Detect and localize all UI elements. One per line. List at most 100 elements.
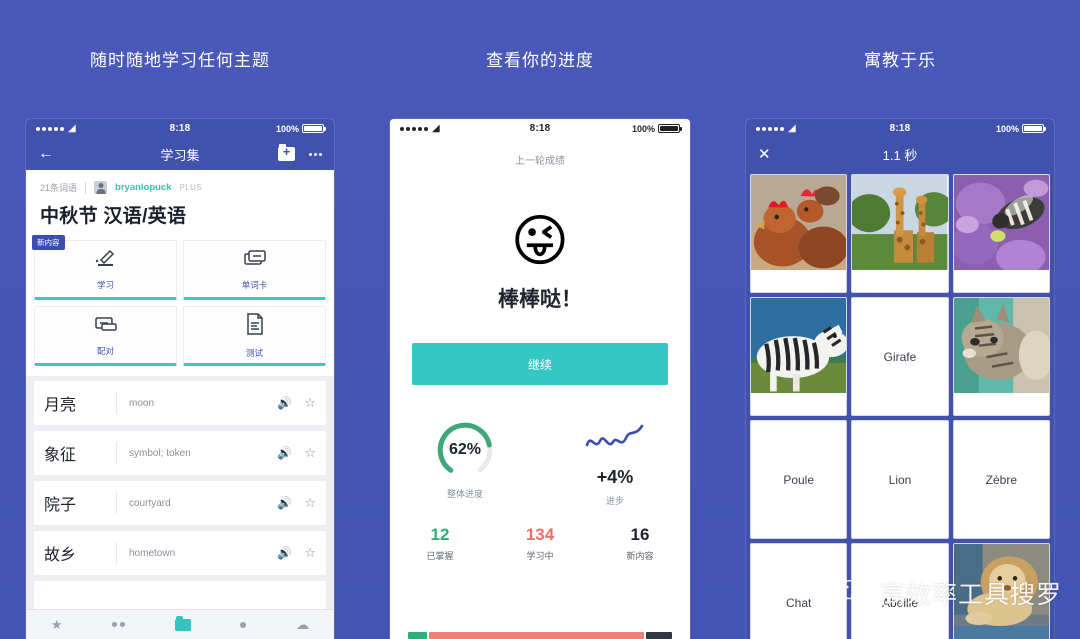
home-icon[interactable]: ★ xyxy=(51,618,63,631)
status-bar: ◢ 8:18 100% xyxy=(746,119,1054,138)
dot-icon[interactable] xyxy=(240,621,247,628)
progress-value: 62% xyxy=(448,441,482,458)
giraffes-photo xyxy=(852,175,948,271)
match-card-image[interactable] xyxy=(750,297,848,416)
term-definition: moon xyxy=(129,397,155,409)
star-outline-icon[interactable]: ☆ xyxy=(304,395,316,411)
caption-row: 随时随地学习任何主题 查看你的进度 寓教于乐 xyxy=(0,0,1080,112)
match-card-image[interactable] xyxy=(952,543,1050,639)
status-bar: ◢ 8:18 100% xyxy=(390,119,690,138)
congrats-message: 棒棒哒！ xyxy=(498,288,582,311)
term-actions: 🔊 ☆ xyxy=(277,445,316,461)
mode-label: 配对 xyxy=(96,345,114,356)
lion-photo xyxy=(953,544,1049,639)
match-card-image[interactable] xyxy=(750,174,848,293)
more-horizontal-icon[interactable] xyxy=(309,152,322,156)
continue-button[interactable]: 继续 xyxy=(412,343,668,385)
match-card-text[interactable]: Zèbre xyxy=(952,420,1050,539)
caption-3: 寓教于乐 xyxy=(864,51,936,70)
count-label: 学习中 xyxy=(526,551,554,561)
term-word: 院子 xyxy=(44,497,77,514)
stats-row: 62% 整体进度 +4% 进步 xyxy=(390,385,690,507)
match-card-image[interactable] xyxy=(851,174,949,293)
progress-ring: 62% xyxy=(434,419,496,481)
nav-bar: ✕ 1.1 秒 xyxy=(746,138,1054,170)
author-username[interactable]: bryanlopuck xyxy=(115,182,172,193)
results-header: 上一轮成绩 xyxy=(515,156,565,167)
match-card-text[interactable]: Lion xyxy=(851,420,949,539)
improvement-value: +4% xyxy=(596,467,634,487)
term-word: 象征 xyxy=(44,447,77,464)
document-lines-icon xyxy=(244,312,266,341)
folder-add-icon[interactable] xyxy=(278,144,295,161)
mode-card-learn[interactable]: 新内容 学习 xyxy=(32,235,177,300)
nav-bar: ← 学习集 xyxy=(26,138,334,170)
bar-segment-learning xyxy=(429,632,645,639)
count-new: 16 新内容 xyxy=(590,525,690,562)
study-modes: 新内容 学习 单词卡 配对 测试 xyxy=(26,235,334,376)
count-mastered: 12 已掌握 xyxy=(390,525,490,562)
term-count: 21条词语 xyxy=(40,183,78,193)
term-actions: 🔊 ☆ xyxy=(277,495,316,511)
meta-divider xyxy=(85,181,87,194)
chickens-photo xyxy=(751,175,847,271)
dots-icon[interactable] xyxy=(112,622,126,627)
status-time: 8:18 xyxy=(889,123,911,134)
match-card-text[interactable]: Chat xyxy=(750,543,848,639)
battery-icon xyxy=(1022,124,1046,133)
progress-label: 整体进度 xyxy=(446,489,483,499)
mode-card-flashcards[interactable]: 单词卡 xyxy=(183,240,326,300)
match-card-image[interactable] xyxy=(952,174,1050,293)
table-row[interactable]: 故乡 hometown 🔊 ☆ xyxy=(34,531,326,575)
star-outline-icon[interactable]: ☆ xyxy=(304,545,316,561)
pencil-underline-icon xyxy=(93,248,119,273)
squiggle-line-icon xyxy=(585,424,644,447)
speaker-icon[interactable]: 🔊 xyxy=(277,546,292,560)
table-row[interactable]: 象征 symbol; token 🔊 ☆ xyxy=(34,431,326,475)
set-meta: 21条词语 bryanlopuck PLUS xyxy=(40,181,320,194)
term-actions: 🔊 ☆ xyxy=(277,545,316,561)
count-label: 已掌握 xyxy=(426,551,454,561)
star-outline-icon[interactable]: ☆ xyxy=(304,495,316,511)
mode-card-test[interactable]: 测试 xyxy=(183,306,326,366)
speaker-icon[interactable]: 🔊 xyxy=(277,446,292,460)
battery-icon xyxy=(302,124,326,133)
wildcat-photo xyxy=(953,298,1049,394)
table-row[interactable]: 院子 courtyard 🔊 ☆ xyxy=(34,481,326,525)
avatar xyxy=(94,181,108,194)
bee-on-flower-photo xyxy=(953,175,1049,271)
speaker-icon[interactable]: 🔊 xyxy=(277,496,292,510)
count-number: 134 xyxy=(525,525,555,544)
term-list: 月亮 moon 🔊 ☆ 象征 symbol; token 🔊 ☆ 院子 cour… xyxy=(26,376,334,625)
match-card-image[interactable] xyxy=(952,297,1050,416)
star-outline-icon[interactable]: ☆ xyxy=(304,445,316,461)
match-card-label: Abeille xyxy=(881,595,918,610)
match-card-label: Poule xyxy=(783,472,815,487)
match-card-label: Girafe xyxy=(883,349,917,364)
new-badge: 新内容 xyxy=(32,235,65,250)
phone-slot-2: ◢ 8:18 100% 上一轮成绩 😜 棒棒哒！ 继续 62% 整体进度 +4%… xyxy=(360,112,720,639)
phone-screen-match-game: ◢ 8:18 100% ✕ 1.1 秒 Girafe Poule Lion Zè… xyxy=(746,119,1054,639)
match-grid: Girafe Poule Lion Zèbre Chat Abeille xyxy=(750,174,1050,639)
improvement-label: 进步 xyxy=(605,496,624,506)
speaker-icon[interactable]: 🔊 xyxy=(277,396,292,410)
arrow-left-icon[interactable]: ← xyxy=(38,146,54,162)
mode-label: 学习 xyxy=(96,279,114,290)
table-row[interactable]: 月亮 moon 🔊 ☆ xyxy=(34,381,326,425)
set-header: 21条词语 bryanlopuck PLUS 中秋节 汉语/英语 xyxy=(26,170,334,240)
study-set-body: 21条词语 bryanlopuck PLUS 中秋节 汉语/英语 新内容 学习 … xyxy=(26,170,334,639)
mode-card-match[interactable]: 配对 xyxy=(34,306,177,366)
close-icon[interactable]: ✕ xyxy=(758,147,771,162)
match-card-text[interactable]: Girafe xyxy=(851,297,949,416)
cloud-icon[interactable]: ☁ xyxy=(296,618,309,631)
match-card-text[interactable]: Abeille xyxy=(851,543,949,639)
match-card-text[interactable]: Poule xyxy=(750,420,848,539)
battery-icon xyxy=(658,124,682,133)
progress-bar xyxy=(408,632,672,639)
mode-grid: 新内容 学习 单词卡 配对 测试 xyxy=(32,235,326,366)
caption-2: 查看你的进度 xyxy=(486,51,594,70)
plus-badge: PLUS xyxy=(179,183,203,192)
term-actions: 🔊 ☆ xyxy=(277,395,316,411)
status-bar: ◢ 8:18 100% xyxy=(26,119,334,138)
folder-icon[interactable] xyxy=(174,615,191,631)
